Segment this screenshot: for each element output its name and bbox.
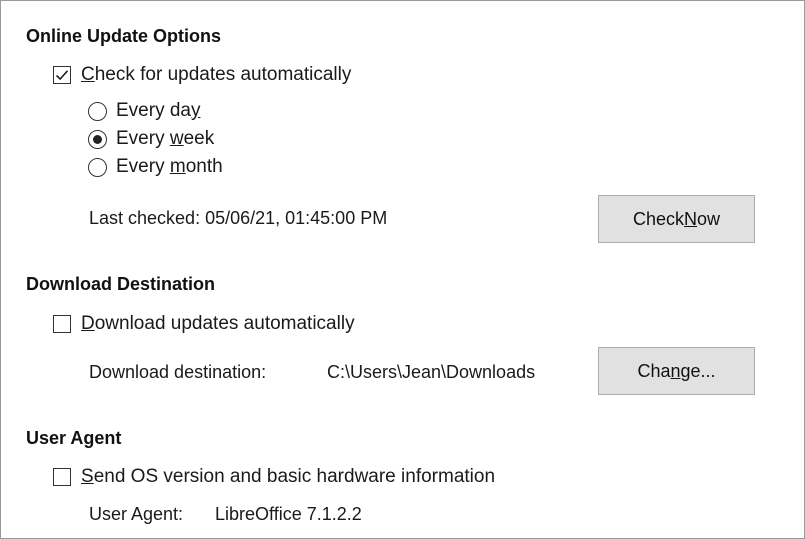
radio-every-month[interactable]: Every month (88, 156, 223, 178)
download-destination-value: C:\Users\Jean\Downloads (327, 362, 536, 382)
download-automatically-checkbox[interactable]: Download updates automatically (53, 313, 355, 335)
every-day-label: Every day (116, 100, 201, 121)
radio-button (88, 157, 107, 177)
check-updates-automatically-checkbox[interactable]: Check for updates automatically (53, 64, 351, 86)
change-button[interactable]: Cha n ge... (598, 347, 755, 395)
every-month-label: Every month (116, 156, 223, 177)
last-checked-text: Last checked: 05/06/21, 01:45:00 PM (89, 208, 388, 228)
download-section-title: Download Destination (26, 274, 215, 294)
checkbox-box (53, 315, 71, 333)
every-week-label: Every week (116, 128, 215, 149)
check-now-button[interactable]: Check Now (598, 195, 755, 243)
radio-button (88, 101, 107, 121)
checkbox-box (53, 66, 71, 84)
radio-button-selected (88, 129, 107, 149)
download-auto-label: Download updates automatically (81, 313, 355, 334)
user-agent-label: User Agent: (89, 504, 184, 524)
send-os-label: Send OS version and basic hardware infor… (81, 466, 496, 487)
online-update-panel: Online Update Options Check for updates … (0, 0, 805, 539)
online-update-section-title: Online Update Options (26, 26, 222, 46)
checkbox-box (53, 468, 71, 486)
download-destination-label: Download destination: (89, 362, 267, 382)
checkmark-icon (55, 70, 69, 81)
user-agent-section-title: User Agent (26, 428, 122, 448)
radio-every-day[interactable]: Every day (88, 100, 200, 122)
send-os-version-checkbox[interactable]: Send OS version and basic hardware infor… (53, 466, 495, 488)
radio-every-week[interactable]: Every week (88, 128, 214, 150)
user-agent-value: LibreOffice 7.1.2.2 (215, 504, 362, 524)
check-updates-label: Check for updates automatically (81, 64, 352, 85)
